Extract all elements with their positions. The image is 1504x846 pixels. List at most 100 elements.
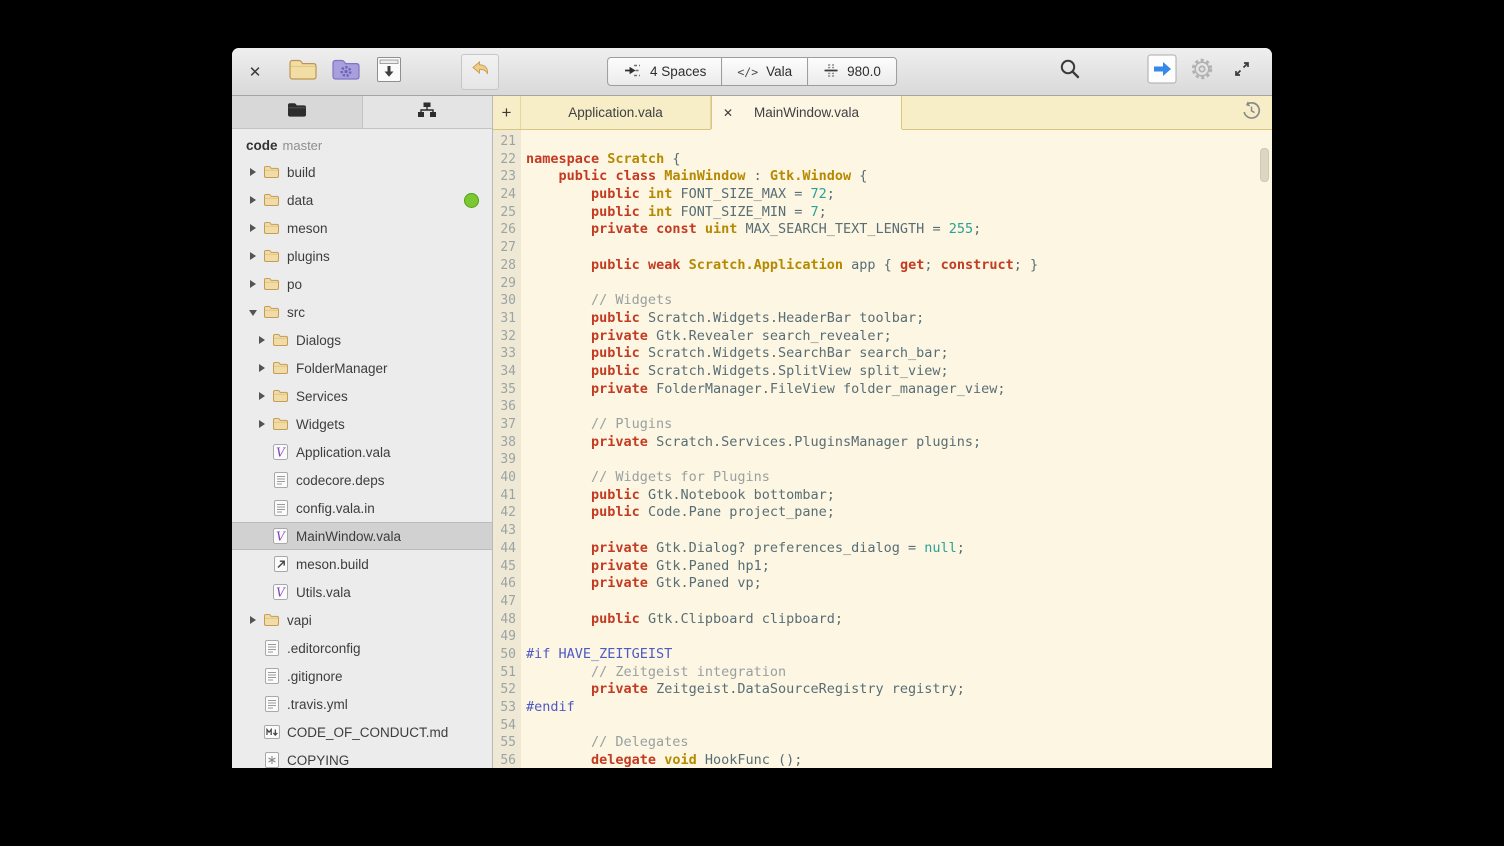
line-number: 26 xyxy=(493,221,521,239)
code-line-text: public weak Scratch.Application app { ge… xyxy=(521,257,1038,275)
expand-arrow-icon[interactable] xyxy=(246,278,259,291)
code-line: 56 delegate void HookFunc (); xyxy=(493,752,1272,768)
new-tab-button[interactable]: + xyxy=(493,96,521,129)
collapse-arrow-icon[interactable] xyxy=(246,306,259,319)
indent-width-label: 4 Spaces xyxy=(650,64,706,79)
tree-item-application-vala[interactable]: VApplication.vala xyxy=(232,438,492,466)
project-templates-button[interactable] xyxy=(329,55,363,89)
tree-item-editorconfig[interactable]: .editorconfig xyxy=(232,634,492,662)
tree-item-foldermanager[interactable]: FolderManager xyxy=(232,354,492,382)
scrollbar-thumb[interactable] xyxy=(1260,148,1269,182)
expand-arrow-icon[interactable] xyxy=(246,222,259,235)
indent-width-button[interactable]: 4 Spaces xyxy=(607,57,722,86)
tree-item-label: Widgets xyxy=(296,417,345,432)
project-root-row[interactable]: code master xyxy=(232,132,492,158)
line-number: 36 xyxy=(493,398,521,416)
outline-panel-button[interactable] xyxy=(363,96,493,128)
tree-item-widgets[interactable]: Widgets xyxy=(232,410,492,438)
tree-item-label: .travis.yml xyxy=(287,697,348,712)
line-number: 53 xyxy=(493,699,521,717)
vala-file-icon: V xyxy=(271,584,290,600)
tree-item-meson-build[interactable]: meson.build xyxy=(232,550,492,578)
arrow-spacer xyxy=(246,726,259,739)
header-bar: ✕ xyxy=(232,48,1272,96)
open-folder-button[interactable] xyxy=(286,55,320,89)
tree-item-vapi[interactable]: vapi xyxy=(232,606,492,634)
tree-item-gitignore[interactable]: .gitignore xyxy=(232,662,492,690)
tree-item-label: codecore.deps xyxy=(296,473,385,488)
tree-item-dialogs[interactable]: Dialogs xyxy=(232,326,492,354)
tree-item-src[interactable]: src xyxy=(232,298,492,326)
expand-arrow-icon[interactable] xyxy=(255,334,268,347)
expand-arrow-icon[interactable] xyxy=(246,166,259,179)
expand-arrow-icon[interactable] xyxy=(246,614,259,627)
tree-item-travis-yml[interactable]: .travis.yml xyxy=(232,690,492,718)
line-number: 52 xyxy=(493,681,521,699)
code-line: 32 private Gtk.Revealer search_revealer; xyxy=(493,328,1272,346)
tree-item-label: plugins xyxy=(287,249,330,264)
tree-item-plugins[interactable]: plugins xyxy=(232,242,492,270)
expand-arrow-icon[interactable] xyxy=(255,362,268,375)
tree-item-label: data xyxy=(287,193,313,208)
code-line-text: public Gtk.Clipboard clipboard; xyxy=(521,611,843,629)
tab-application-vala[interactable]: Application.vala xyxy=(521,96,711,129)
line-number: 49 xyxy=(493,628,521,646)
tree-item-label: src xyxy=(287,305,305,320)
goto-line-icon xyxy=(823,63,839,81)
expand-arrow-icon[interactable] xyxy=(246,194,259,207)
line-number: 38 xyxy=(493,434,521,452)
folder-icon xyxy=(262,613,281,627)
tree-item-utils-vala[interactable]: VUtils.vala xyxy=(232,578,492,606)
folder-icon xyxy=(262,277,281,291)
tree-item-codecore-deps[interactable]: codecore.deps xyxy=(232,466,492,494)
files-panel-button[interactable] xyxy=(232,96,363,128)
tree-item-services[interactable]: Services xyxy=(232,382,492,410)
tree-item-mainwindow-vala[interactable]: VMainWindow.vala xyxy=(232,522,492,550)
code-editor[interactable]: 2122namespace Scratch {23 public class M… xyxy=(493,130,1272,768)
line-number: 33 xyxy=(493,345,521,363)
folder-icon xyxy=(262,165,281,179)
tree-item-build[interactable]: build xyxy=(232,158,492,186)
text-file-icon xyxy=(271,472,290,488)
goto-line-button[interactable]: 980.0 xyxy=(807,57,897,86)
settings-button[interactable] xyxy=(1185,55,1219,89)
expand-arrow-icon[interactable] xyxy=(255,390,268,403)
folder-icon xyxy=(271,417,290,431)
line-number: 35 xyxy=(493,381,521,399)
code-line-text: public class MainWindow : Gtk.Window { xyxy=(521,168,867,186)
language-button[interactable]: </> Vala xyxy=(721,57,808,86)
close-tab-icon[interactable]: ✕ xyxy=(723,106,733,120)
text-file-icon xyxy=(262,668,281,684)
fullscreen-button[interactable] xyxy=(1225,55,1259,89)
save-button[interactable] xyxy=(372,55,406,89)
expand-arrow-icon[interactable] xyxy=(246,250,259,263)
tree-item-copying[interactable]: COPYING xyxy=(232,746,492,768)
history-button[interactable] xyxy=(1230,96,1272,129)
tree-item-label: .editorconfig xyxy=(287,641,361,656)
language-label: Vala xyxy=(766,64,792,79)
code-line-text: // Widgets xyxy=(521,292,672,310)
tree-item-meson[interactable]: meson xyxy=(232,214,492,242)
tree-item-code-of-conduct-md[interactable]: CODE_OF_CONDUCT.md xyxy=(232,718,492,746)
line-number: 41 xyxy=(493,487,521,505)
tree-item-label: Services xyxy=(296,389,348,404)
undo-button[interactable] xyxy=(461,54,499,90)
tree-item-po[interactable]: po xyxy=(232,270,492,298)
gear-icon xyxy=(1189,56,1215,87)
code-line: 23 public class MainWindow : Gtk.Window … xyxy=(493,168,1272,186)
tab-label: MainWindow.vala xyxy=(754,105,859,120)
tree-item-data[interactable]: data xyxy=(232,186,492,214)
code-line: 34 public Scratch.Widgets.SplitView spli… xyxy=(493,363,1272,381)
tab-mainwindow-vala[interactable]: ✕ MainWindow.vala xyxy=(711,96,902,129)
code-line-text: public Scratch.Widgets.HeaderBar toolbar… xyxy=(521,310,924,328)
tree-item-label: CODE_OF_CONDUCT.md xyxy=(287,725,448,740)
line-number: 48 xyxy=(493,611,521,629)
share-button[interactable] xyxy=(1145,55,1179,89)
expand-arrow-icon[interactable] xyxy=(255,418,268,431)
code-line: 44 private Gtk.Dialog? preferences_dialo… xyxy=(493,540,1272,558)
search-button[interactable] xyxy=(1053,55,1087,89)
text-file-icon xyxy=(262,640,281,656)
tree-item-config-vala-in[interactable]: config.vala.in xyxy=(232,494,492,522)
window-close-icon[interactable]: ✕ xyxy=(245,63,265,81)
tree-item-label: config.vala.in xyxy=(296,501,375,516)
